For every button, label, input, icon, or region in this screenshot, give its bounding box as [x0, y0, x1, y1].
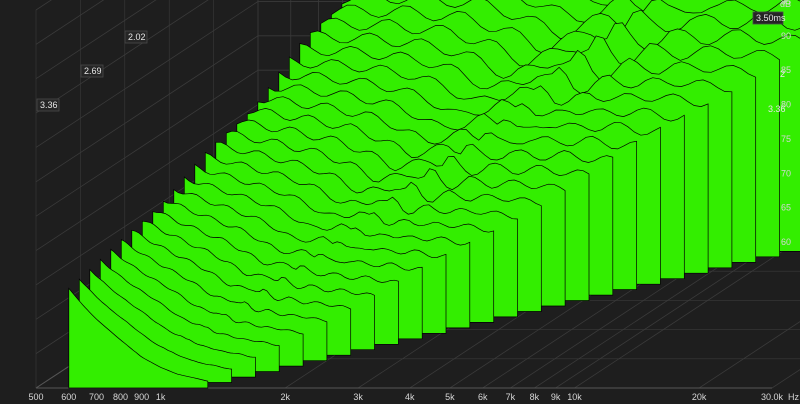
freq-tick-label: 600 — [61, 392, 76, 402]
freq-tick-label: 2k — [280, 392, 290, 402]
db-tick-label: 90 — [781, 31, 791, 41]
db-tick-label: 60 — [781, 237, 791, 247]
db-tick-label: 65 — [781, 203, 791, 213]
freq-tick-label: 6k — [478, 392, 488, 402]
time-tick-label: 3.36 — [40, 100, 58, 110]
db-tick-label: 75 — [781, 134, 791, 144]
freq-tick-label: 20k — [692, 392, 707, 402]
freq-tick-label: 5k — [445, 392, 455, 402]
time-tick-label: 2.69 — [84, 66, 102, 76]
time-tick-label: 3.50ms — [756, 13, 786, 23]
time-tick-label: 2.02 — [128, 32, 146, 42]
freq-tick-label: 10k — [567, 392, 582, 402]
waterfall-chart: 1151101051009590858075706560dB5006007008… — [0, 0, 800, 404]
time-tick-label: 2 — [780, 69, 785, 79]
freq-tick-label: 700 — [89, 392, 104, 402]
y-unit-label: dB — [780, 0, 791, 9]
freq-tick-label: 4k — [405, 392, 415, 402]
freq-tick-label: 500 — [28, 392, 43, 402]
x-unit-label: Hz — [788, 392, 799, 402]
freq-tick-label: 900 — [134, 392, 149, 402]
time-tick-label: 3.36 — [768, 104, 786, 114]
freq-tick-label: 800 — [113, 392, 128, 402]
freq-tick-label: 7k — [506, 392, 516, 402]
db-tick-label: 70 — [781, 168, 791, 178]
freq-tick-label: 8k — [530, 392, 540, 402]
freq-tick-label: 9k — [551, 392, 561, 402]
freq-tick-label: 3k — [353, 392, 363, 402]
freq-tick-label: 30.0k — [761, 392, 784, 402]
freq-tick-label: 1k — [156, 392, 166, 402]
